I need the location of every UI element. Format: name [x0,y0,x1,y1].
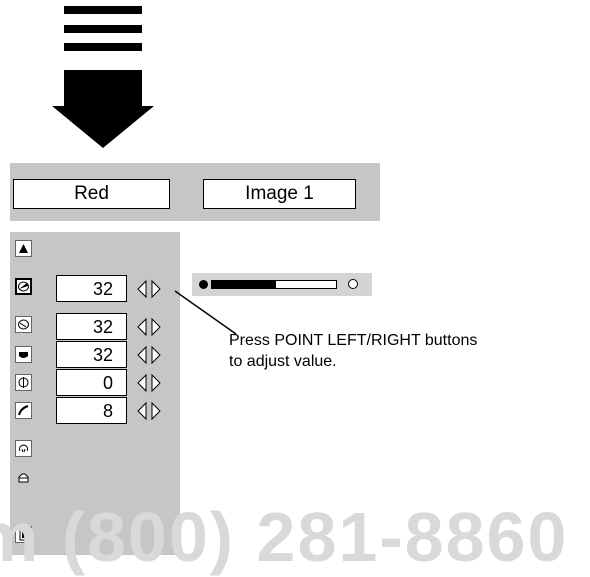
top-menu-bar: Red Image 1 [10,163,380,221]
store-icon [18,473,29,483]
brightness-value: 32 [56,275,127,302]
instruction-note: Press POINT LEFT/RIGHT buttons to adjust… [229,330,477,372]
reset-icon [19,444,28,453]
reset-button[interactable] [15,440,32,457]
watermark-phone: m (800) 281-8860 [0,498,569,576]
contrast-value: 32 [56,313,127,340]
color-mode-box[interactable]: Red [13,179,170,209]
brightness-icon [18,281,29,292]
left-right-arrows-icon[interactable] [137,373,171,393]
tint-button[interactable] [15,374,32,391]
gamma-icon [18,405,29,416]
left-right-arrows-icon[interactable] [137,317,171,337]
color-icon [19,352,28,358]
contrast-icon [18,319,29,330]
store-button[interactable] [15,470,32,487]
slider-track[interactable] [211,280,337,289]
instruction-line-2: to adjust value. [229,353,337,370]
arrow-bar [64,43,142,51]
slider-fill [212,281,277,288]
color-value: 32 [56,341,127,368]
color-button[interactable] [15,346,32,363]
arrow-bar [64,6,142,14]
instruction-line-1: Press POINT LEFT/RIGHT buttons [229,332,478,349]
gamma-button[interactable] [15,402,32,419]
brightness-button[interactable] [15,278,32,295]
image-mode-box[interactable]: Image 1 [203,179,356,209]
slider-max-ring [348,279,358,289]
tint-value: 0 [56,369,127,396]
scroll-up-button[interactable] [15,240,32,257]
tint-icon [18,377,29,388]
left-right-arrows-icon[interactable] [137,279,171,299]
value-slider[interactable] [192,273,372,296]
arrow-bar [64,25,142,33]
slider-min-dot [199,280,208,289]
left-right-arrows-icon[interactable] [137,401,171,421]
arrow-shaft [64,70,142,106]
arrow-head [52,106,154,148]
gamma-value: 8 [56,397,127,424]
left-right-arrows-icon[interactable] [137,345,171,365]
up-arrow-icon [19,244,28,253]
contrast-button[interactable] [15,316,32,333]
